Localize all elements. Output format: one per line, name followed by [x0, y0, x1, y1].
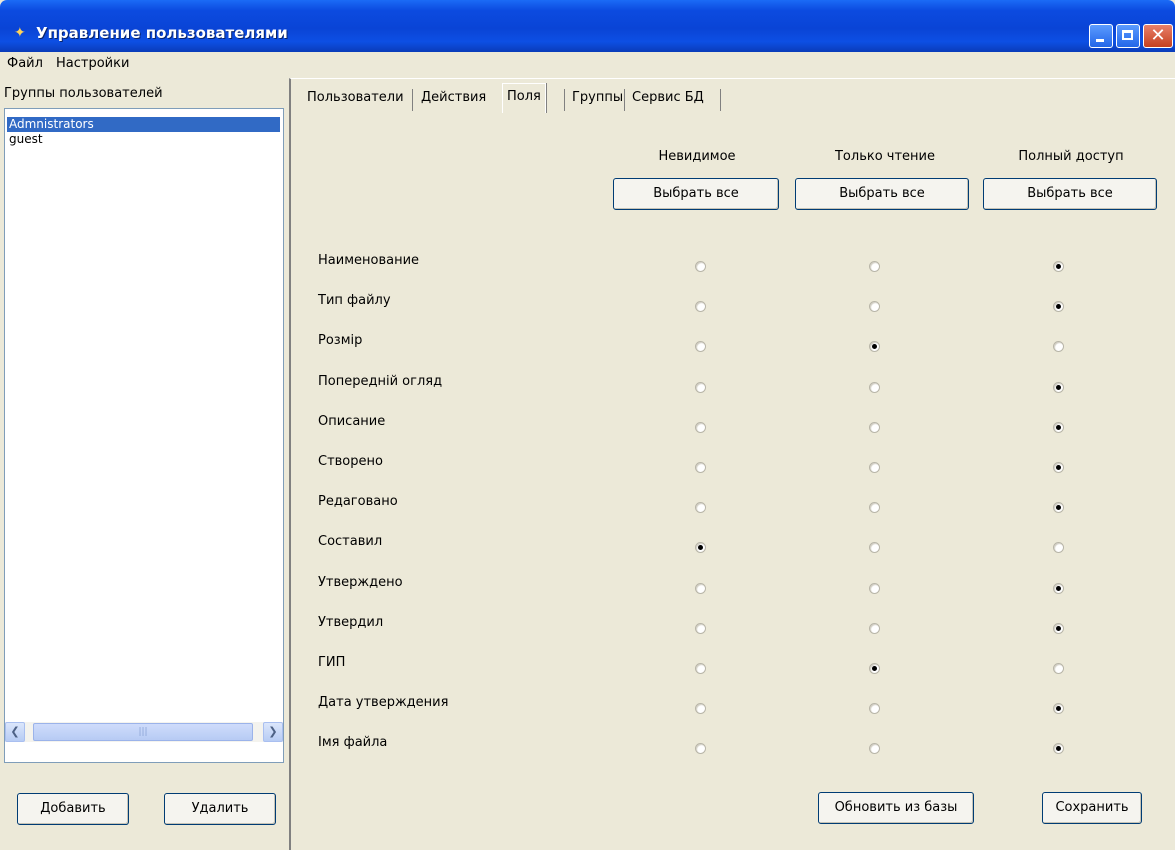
- list-item-group[interactable]: Admnistrators: [7, 117, 280, 132]
- radio-full-access[interactable]: [1053, 703, 1064, 714]
- horizontal-scrollbar[interactable]: ❮ ||| ❯: [5, 722, 283, 742]
- maximize-button[interactable]: [1116, 24, 1140, 48]
- column-header-invisible: Невидимое: [658, 149, 736, 164]
- radio-invisible[interactable]: [695, 261, 706, 272]
- field-label: Створено: [318, 454, 383, 469]
- radio-read-only[interactable]: [869, 301, 880, 312]
- radio-read-only[interactable]: [869, 583, 880, 594]
- radio-full-access[interactable]: [1053, 301, 1064, 312]
- radio-full-access[interactable]: [1053, 663, 1064, 674]
- radio-full-access[interactable]: [1053, 623, 1064, 634]
- field-label: Составил: [318, 534, 383, 549]
- radio-invisible[interactable]: [695, 301, 706, 312]
- title-bar[interactable]: ✦ Управление пользователями ✕: [0, 0, 1175, 52]
- field-label: Тип файлу: [318, 293, 391, 308]
- radio-read-only[interactable]: [869, 382, 880, 393]
- chevron-left-icon: ❮: [10, 725, 20, 738]
- radio-read-only[interactable]: [869, 422, 880, 433]
- radio-invisible[interactable]: [695, 623, 706, 634]
- field-label: Попередній огляд: [318, 374, 443, 389]
- column-header-full-access: Полный доступ: [1018, 149, 1124, 164]
- radio-invisible[interactable]: [695, 341, 706, 352]
- users-app-icon: ✦: [14, 25, 26, 41]
- tab-db-service[interactable]: Сервис БД: [632, 85, 704, 111]
- groups-label: Группы пользователей: [4, 86, 163, 101]
- list-item-group[interactable]: guest: [7, 132, 280, 147]
- radio-full-access[interactable]: [1053, 261, 1064, 272]
- radio-read-only[interactable]: [869, 663, 880, 674]
- refresh-from-db-button[interactable]: Обновить из базы: [818, 792, 974, 824]
- radio-read-only[interactable]: [869, 623, 880, 634]
- field-label: Розмір: [318, 333, 363, 348]
- radio-invisible[interactable]: [695, 703, 706, 714]
- tab-groups[interactable]: Группы: [572, 85, 623, 111]
- field-label: Редаговано: [318, 494, 398, 509]
- radio-full-access[interactable]: [1053, 341, 1064, 352]
- tab-fields[interactable]: Поля: [502, 83, 546, 113]
- radio-read-only[interactable]: [869, 542, 880, 553]
- minimize-button[interactable]: [1089, 24, 1113, 48]
- radio-read-only[interactable]: [869, 261, 880, 272]
- close-button[interactable]: ✕: [1143, 24, 1173, 48]
- field-label: Утверждено: [318, 575, 403, 590]
- select-all-invisible-button[interactable]: Выбрать все: [613, 178, 779, 210]
- radio-read-only[interactable]: [869, 341, 880, 352]
- column-header-read-only: Только чтение: [834, 149, 935, 164]
- close-icon: ✕: [1150, 25, 1166, 46]
- field-label: Описание: [318, 414, 386, 429]
- chevron-right-icon: ❯: [268, 725, 278, 738]
- radio-invisible[interactable]: [695, 583, 706, 594]
- menu-file[interactable]: Файл: [7, 56, 43, 71]
- save-button[interactable]: Сохранить: [1042, 792, 1142, 824]
- radio-invisible[interactable]: [695, 542, 706, 553]
- radio-full-access[interactable]: [1053, 422, 1064, 433]
- field-label: Імя файла: [318, 735, 388, 750]
- menu-settings[interactable]: Настройки: [56, 56, 129, 71]
- radio-invisible[interactable]: [695, 663, 706, 674]
- select-all-full-access-button[interactable]: Выбрать все: [983, 178, 1157, 210]
- add-group-button[interactable]: Добавить: [17, 793, 129, 825]
- radio-read-only[interactable]: [869, 502, 880, 513]
- radio-read-only[interactable]: [869, 743, 880, 754]
- scroll-left-button[interactable]: ❮: [5, 722, 25, 742]
- radio-full-access[interactable]: [1053, 583, 1064, 594]
- field-label: Утвердил: [318, 615, 384, 630]
- field-label: ГИП: [318, 655, 346, 670]
- select-all-read-only-button[interactable]: Выбрать все: [795, 178, 969, 210]
- menu-bar: Файл Настройки: [0, 52, 1175, 76]
- tab-users[interactable]: Пользователи: [307, 85, 404, 111]
- window-title: Управление пользователями: [36, 24, 288, 42]
- field-label: Дата утверждения: [318, 695, 449, 710]
- groups-list[interactable]: Admnistrators guest: [4, 108, 284, 763]
- radio-invisible[interactable]: [695, 422, 706, 433]
- radio-invisible[interactable]: [695, 382, 706, 393]
- radio-read-only[interactable]: [869, 462, 880, 473]
- radio-full-access[interactable]: [1053, 743, 1064, 754]
- scroll-right-button[interactable]: ❯: [263, 722, 283, 742]
- delete-group-button[interactable]: Удалить: [164, 793, 276, 825]
- scroll-thumb[interactable]: |||: [33, 723, 253, 741]
- radio-invisible[interactable]: [695, 462, 706, 473]
- radio-invisible[interactable]: [695, 743, 706, 754]
- radio-read-only[interactable]: [869, 703, 880, 714]
- radio-full-access[interactable]: [1053, 542, 1064, 553]
- radio-invisible[interactable]: [695, 502, 706, 513]
- tab-actions[interactable]: Действия: [421, 85, 486, 111]
- radio-full-access[interactable]: [1053, 382, 1064, 393]
- radio-full-access[interactable]: [1053, 502, 1064, 513]
- field-label: Наименование: [318, 253, 420, 268]
- radio-full-access[interactable]: [1053, 462, 1064, 473]
